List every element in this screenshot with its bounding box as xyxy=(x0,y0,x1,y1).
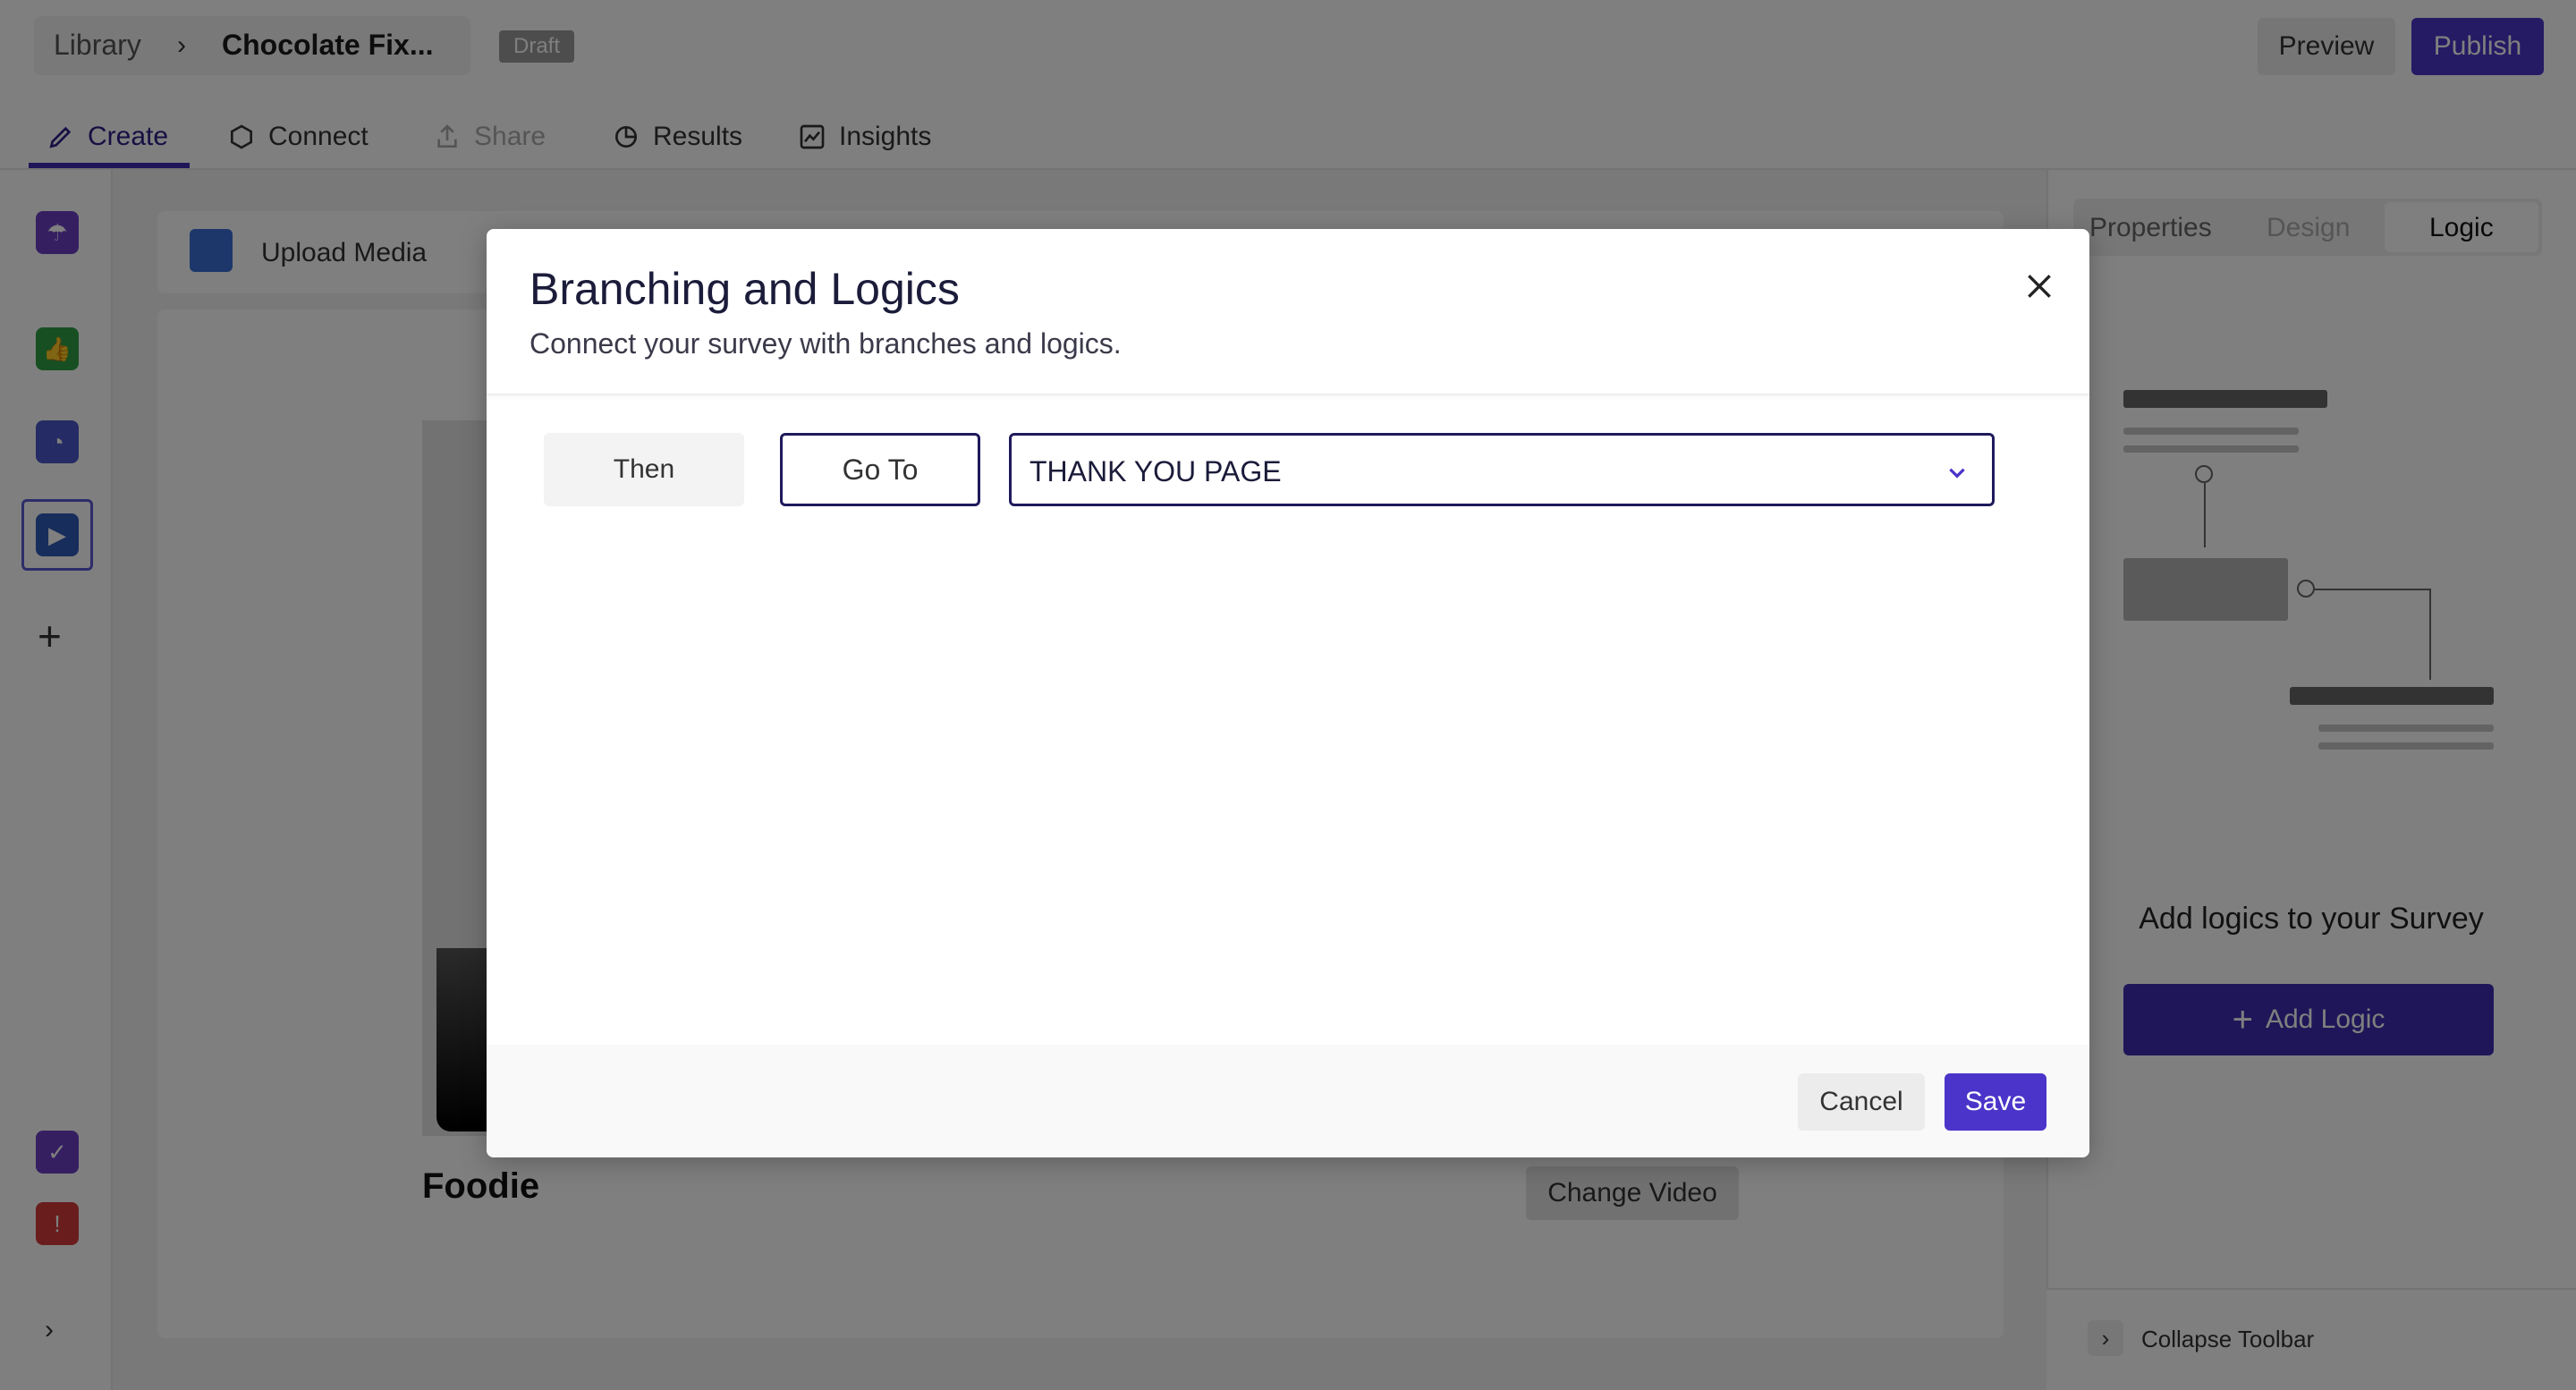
close-icon[interactable] xyxy=(2021,268,2057,304)
dialog-header: Branching and Logics Connect your survey… xyxy=(487,229,2089,395)
save-button[interactable]: Save xyxy=(1945,1073,2046,1131)
cancel-button[interactable]: Cancel xyxy=(1798,1073,1925,1131)
dialog-subtitle: Connect your survey with branches and lo… xyxy=(530,327,1122,360)
dialog-title: Branching and Logics xyxy=(530,264,960,314)
destination-value: THANK YOU PAGE xyxy=(1030,455,1282,487)
then-label: Then xyxy=(544,433,744,506)
chevron-down-icon xyxy=(1949,468,1965,479)
destination-select[interactable]: THANK YOU PAGE xyxy=(1009,433,1995,506)
goto-action-select[interactable]: Go To xyxy=(780,433,980,506)
branching-logic-dialog: Branching and Logics Connect your survey… xyxy=(487,229,2089,1157)
